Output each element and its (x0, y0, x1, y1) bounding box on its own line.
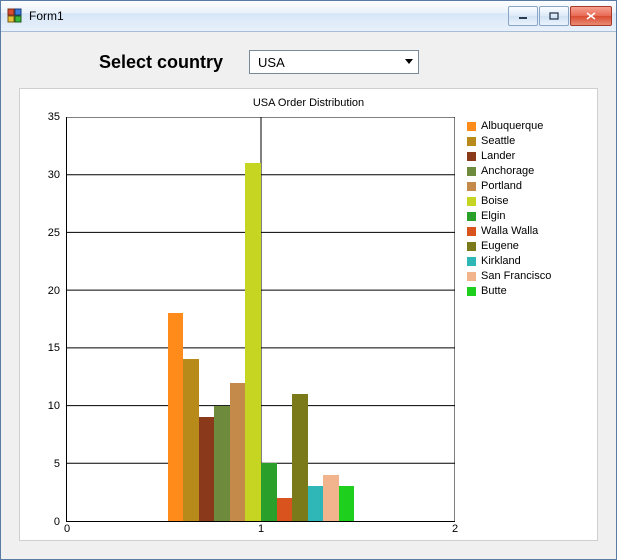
chart-panel: USA Order Distribution 0 5 10 15 20 25 30 35 0 1… (19, 88, 598, 541)
legend-item: Portland (467, 179, 587, 194)
bar (183, 359, 199, 521)
client-area: Select country USA USA Order Distributio… (1, 32, 616, 559)
y-axis: 05101520253035 (30, 117, 66, 522)
legend-item: San Francisco (467, 269, 587, 284)
y-tick-label: 20 (48, 285, 60, 297)
bar (261, 463, 277, 521)
y-tick-label: 0 (54, 516, 60, 528)
y-tick-label: 5 (54, 458, 60, 470)
bar (245, 163, 261, 521)
legend-item: Elgin (467, 209, 587, 224)
bar (168, 313, 184, 521)
bar (292, 394, 308, 521)
controls-row: Select country USA (19, 46, 598, 88)
titlebar[interactable]: Form1 (1, 1, 616, 32)
legend-swatch (467, 227, 476, 236)
plot-area: 012 (66, 117, 455, 522)
y-tick-label: 10 (48, 400, 60, 412)
bar (199, 417, 215, 521)
y-tick-label: 25 (48, 227, 60, 239)
legend-swatch (467, 242, 476, 251)
legend-item: Butte (467, 284, 587, 299)
legend-label: Butte (481, 284, 507, 299)
legend-item: Eugene (467, 239, 587, 254)
bar (277, 498, 293, 521)
legend-swatch (467, 287, 476, 296)
window-title: Form1 (29, 9, 502, 23)
legend-label: San Francisco (481, 269, 551, 284)
legend-swatch (467, 182, 476, 191)
legend-swatch (467, 152, 476, 161)
bar-group (67, 117, 455, 521)
minimize-button[interactable] (508, 6, 538, 26)
chevron-down-icon (404, 57, 414, 67)
legend-label: Seattle (481, 134, 515, 149)
legend-item: Lander (467, 149, 587, 164)
close-icon (586, 12, 596, 20)
chart-body: 05101520253035 012 AlbuquerqueSeattleLan… (30, 117, 587, 522)
x-tick-label: 2 (452, 523, 458, 535)
app-icon (7, 8, 23, 24)
legend-label: Boise (481, 194, 509, 209)
country-select[interactable]: USA (249, 50, 419, 74)
bar (339, 486, 355, 521)
legend-item: Anchorage (467, 164, 587, 179)
legend-label: Kirkland (481, 254, 521, 269)
chart-title: USA Order Distribution (20, 89, 597, 113)
legend-item: Kirkland (467, 254, 587, 269)
legend: AlbuquerqueSeattleLanderAnchoragePortlan… (455, 117, 587, 522)
legend-swatch (467, 137, 476, 146)
x-tick-label: 1 (258, 523, 264, 535)
legend-label: Albuquerque (481, 119, 543, 134)
legend-label: Eugene (481, 239, 519, 254)
close-button[interactable] (570, 6, 612, 26)
bar (308, 486, 324, 521)
legend-swatch (467, 197, 476, 206)
x-axis: 0 1 2 (67, 523, 455, 537)
legend-swatch (467, 212, 476, 221)
bar (230, 383, 246, 522)
x-tick-label: 0 (64, 523, 70, 535)
country-select-value: USA (258, 55, 285, 70)
legend-label: Anchorage (481, 164, 534, 179)
legend-label: Lander (481, 149, 515, 164)
plot-wrap: 05101520253035 012 (30, 117, 455, 522)
app-window: Form1 Select country USA (0, 0, 617, 560)
legend-swatch (467, 167, 476, 176)
minimize-icon (518, 12, 528, 20)
legend-item: Walla Walla (467, 224, 587, 239)
legend-item: Albuquerque (467, 119, 587, 134)
maximize-button[interactable] (539, 6, 569, 26)
legend-swatch (467, 257, 476, 266)
legend-item: Seattle (467, 134, 587, 149)
maximize-icon (549, 12, 559, 20)
legend-swatch (467, 122, 476, 131)
bar (323, 475, 339, 521)
legend-item: Boise (467, 194, 587, 209)
y-tick-label: 15 (48, 342, 60, 354)
y-tick-label: 30 (48, 169, 60, 181)
bar (214, 406, 230, 521)
legend-swatch (467, 272, 476, 281)
window-controls (508, 6, 612, 26)
legend-label: Portland (481, 179, 522, 194)
y-tick-label: 35 (48, 111, 60, 123)
legend-label: Elgin (481, 209, 505, 224)
legend-label: Walla Walla (481, 224, 538, 239)
country-label: Select country (99, 52, 223, 73)
